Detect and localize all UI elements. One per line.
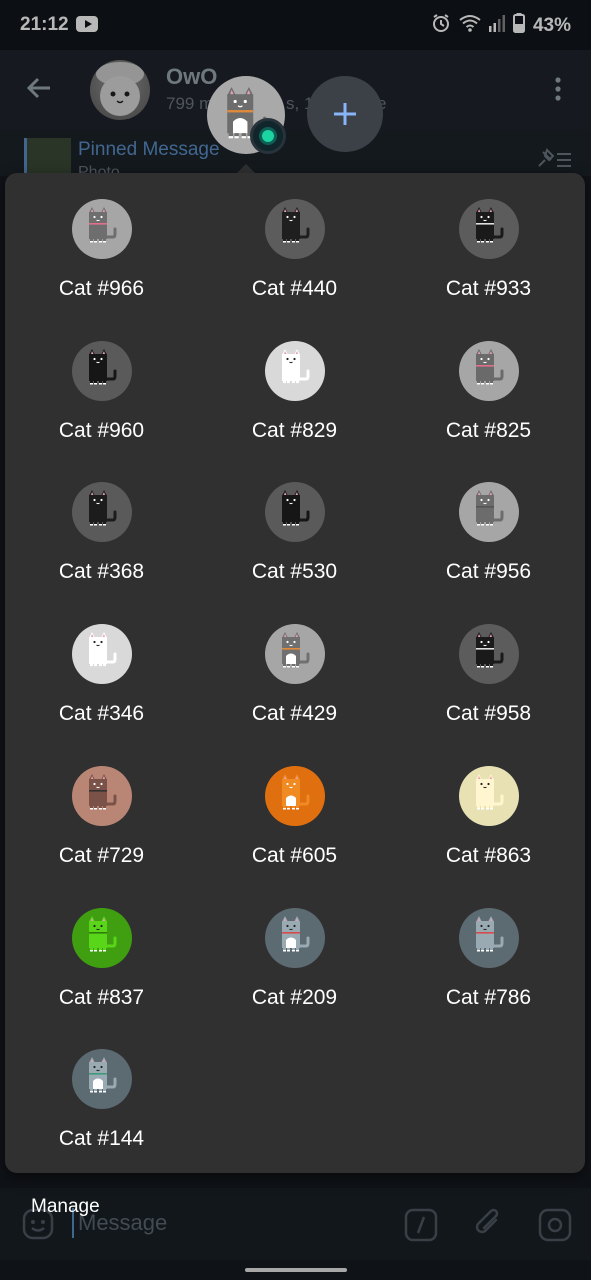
cat-label: Cat #346 [58,702,145,726]
cat-item[interactable]: Cat #729 [5,762,198,882]
cat-avatar [265,482,325,543]
cat-icon [476,490,504,526]
cat-icon [476,632,504,668]
cat-icon [282,632,310,668]
cat-icon [476,207,504,243]
cat-icon [89,915,117,951]
cat-label: Cat #829 [251,418,338,442]
cat-icon [89,773,117,810]
cat-icon [89,1057,117,1093]
cat-item[interactable]: Cat #429 [198,620,391,740]
cat-item[interactable]: Cat #209 [198,904,391,1024]
cat-icon [282,490,310,526]
cat-icon [89,348,117,385]
cat-label: Cat #956 [445,560,532,584]
cat-item[interactable]: Cat #958 [392,620,585,740]
cat-item[interactable]: Cat #786 [392,904,585,1024]
cat-picker-popup: Cat #966 Cat #440 Cat #933 Cat #960 Cat #829… [5,173,585,1173]
cat-icon [89,490,117,526]
cat-label: Cat #209 [251,985,338,1009]
cat-icon [476,915,504,951]
cat-item[interactable]: Cat #829 [198,337,391,457]
cat-label: Cat #440 [251,277,338,300]
cat-item[interactable]: Cat #933 [392,195,585,315]
cat-icon [282,773,310,810]
cat-icon [476,348,504,385]
cat-label: Cat #144 [58,1127,145,1151]
popup-arrow [237,164,255,173]
cat-item[interactable]: Cat #960 [5,337,198,457]
cat-icon [476,773,504,810]
cat-avatar [265,907,325,968]
cat-avatar [72,199,132,259]
cat-label: Cat #729 [58,843,145,867]
cat-avatar [72,765,132,826]
cat-avatar [459,340,519,401]
cat-avatar [459,765,519,826]
cat-avatar [72,907,132,968]
cat-avatar [265,340,325,401]
cat-item[interactable]: Cat #863 [392,762,585,882]
cat-icon [282,915,310,951]
online-status-badge [250,118,286,154]
manage-button[interactable]: Manage [31,1196,100,1218]
cat-label: Cat #933 [445,277,532,300]
cat-label: Cat #863 [445,843,532,867]
cat-label: Cat #958 [445,702,532,726]
cat-item[interactable]: Cat #605 [198,762,391,882]
cat-label: Cat #825 [445,418,532,442]
plus-icon [331,100,359,133]
cat-avatar [459,482,519,543]
cat-label: Cat #605 [251,843,338,867]
cat-item[interactable]: Cat #837 [5,904,198,1024]
cat-label: Cat #960 [58,418,145,442]
cat-avatar [72,624,132,685]
cat-label: Cat #786 [445,985,532,1009]
cat-item[interactable]: Cat #825 [392,337,585,457]
cat-avatar [459,199,519,259]
cat-label: Cat #530 [251,560,338,584]
cat-avatar [265,765,325,826]
cat-avatar [459,907,519,968]
cat-avatar [459,624,519,685]
cat-avatar [72,340,132,401]
add-cat-button[interactable] [307,76,383,152]
cat-icon [89,207,117,243]
cat-item[interactable]: Cat #368 [5,478,198,598]
screen: 21:12 43% OwO 799 m s, 1 e [0,0,591,1280]
cat-avatar [72,1049,132,1110]
cat-item[interactable]: Cat #530 [198,478,391,598]
cat-avatar [265,199,325,259]
cat-icon [282,207,310,243]
cat-item[interactable]: Cat #966 [5,195,198,315]
cat-label: Cat #429 [251,702,338,726]
cat-item[interactable]: Cat #956 [392,478,585,598]
cat-item[interactable]: Cat #144 [5,1045,198,1165]
cat-label: Cat #837 [58,985,145,1009]
cat-item[interactable]: Cat #440 [198,195,391,315]
cat-avatar [72,482,132,543]
cat-item[interactable]: Cat #346 [5,620,198,740]
cat-icon [282,348,310,385]
cat-label: Cat #368 [58,560,145,584]
cat-icon [89,632,117,668]
cat-label: Cat #966 [58,277,145,300]
cat-avatar [265,624,325,685]
